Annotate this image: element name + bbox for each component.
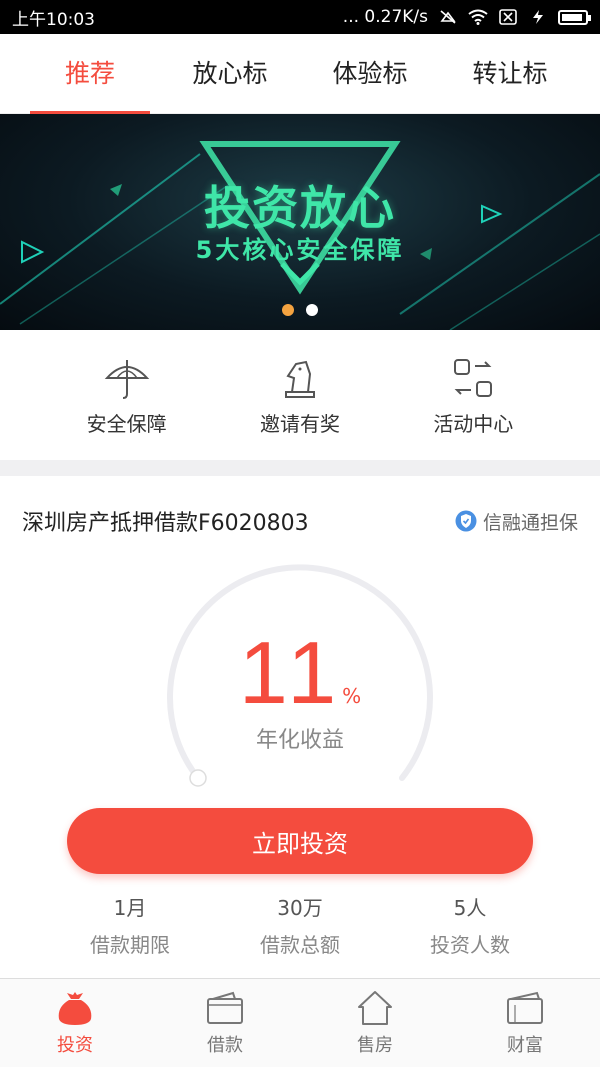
tab-recommend[interactable]: 推荐	[30, 34, 150, 114]
banner-dot-2[interactable]	[306, 304, 318, 316]
top-tabs: 推荐 放心标 体验标 转让标	[0, 34, 600, 114]
stat-label: 借款总额	[260, 933, 340, 957]
shield-icon	[455, 510, 477, 532]
nav-wealth[interactable]: 财富	[475, 989, 575, 1057]
battery-icon	[558, 9, 591, 25]
wifi-icon	[468, 9, 488, 25]
status-icons: ... 0.27K/s	[342, 7, 591, 27]
umbrella-icon	[104, 359, 149, 399]
purse-icon	[507, 991, 543, 1024]
stat-label: 借款期限	[90, 933, 170, 957]
product-header[interactable]: 深圳房产抵押借款F6020803 信融通担保	[0, 496, 600, 546]
stat-loan-total: 30万 借款总额	[220, 892, 380, 958]
nav-borrow[interactable]: 借款	[175, 989, 275, 1057]
quick-menu-security[interactable]: 安全保障	[57, 354, 197, 437]
switch-arrows-icon	[454, 358, 493, 397]
nav-label: 投资	[57, 1035, 93, 1056]
stat-value: 5人	[453, 896, 487, 920]
promo-banner[interactable]: 投资放心 5大核心安全保障	[0, 114, 600, 330]
quick-menu-label: 安全保障	[86, 411, 167, 436]
annual-rate: 11%	[0, 622, 600, 724]
rate-unit: %	[342, 684, 362, 708]
stat-value: 30万	[277, 896, 323, 920]
banner-dot-1[interactable]	[282, 304, 294, 316]
bottom-nav: 投资 借款 售房 财富	[0, 978, 600, 1067]
invest-now-button[interactable]: 立即投资	[67, 808, 533, 874]
quick-menu: 安全保障 邀请有奖 活动中心	[0, 330, 600, 460]
quick-menu-activity[interactable]: 活动中心	[403, 354, 543, 437]
quick-menu-invite[interactable]: 邀请有奖	[230, 354, 370, 437]
no-sim-icon	[499, 9, 517, 25]
network-speed: ... 0.27K/s	[342, 7, 428, 27]
guarantee-label: 信融通担保	[482, 511, 578, 534]
banner-pagination	[0, 304, 600, 316]
product-stats: 1月 借款期限 30万 借款总额 5人 投资人数	[0, 892, 600, 958]
wallet-icon	[207, 991, 243, 1024]
mute-icon	[440, 10, 456, 24]
nav-sell-house[interactable]: 售房	[325, 989, 425, 1057]
stat-label: 投资人数	[430, 933, 510, 957]
stat-value: 1月	[113, 896, 147, 920]
nav-label: 财富	[507, 1035, 543, 1056]
guarantee-badge: 信融通担保	[455, 508, 578, 535]
tab-safe-loans[interactable]: 放心标	[170, 34, 290, 114]
chess-knight-icon	[284, 360, 315, 398]
product-title: 深圳房产抵押借款F6020803	[22, 511, 309, 536]
status-time: 上午10:03	[12, 9, 95, 30]
tab-trial-loans[interactable]: 体验标	[310, 34, 430, 114]
status-bar: 上午10:03 ... 0.27K/s	[0, 0, 600, 34]
nav-label: 借款	[207, 1035, 243, 1056]
stat-investor-count: 5人 投资人数	[390, 892, 550, 958]
nav-label: 售房	[357, 1035, 393, 1056]
quick-menu-label: 活动中心	[433, 411, 514, 436]
quick-menu-label: 邀请有奖	[259, 411, 340, 436]
charging-icon	[533, 10, 543, 24]
rate-label: 年化收益	[255, 728, 344, 753]
tab-transfer-loans[interactable]: 转让标	[450, 34, 570, 114]
banner-subtitle: 5大核心安全保障	[195, 236, 405, 264]
stat-loan-term: 1月 借款期限	[50, 892, 210, 958]
rate-value: 11	[238, 623, 343, 722]
money-bag-icon	[58, 992, 92, 1025]
banner-title: 投资放心	[204, 181, 396, 235]
section-divider	[0, 460, 600, 476]
house-icon	[358, 991, 392, 1025]
nav-invest[interactable]: 投资	[25, 989, 125, 1057]
